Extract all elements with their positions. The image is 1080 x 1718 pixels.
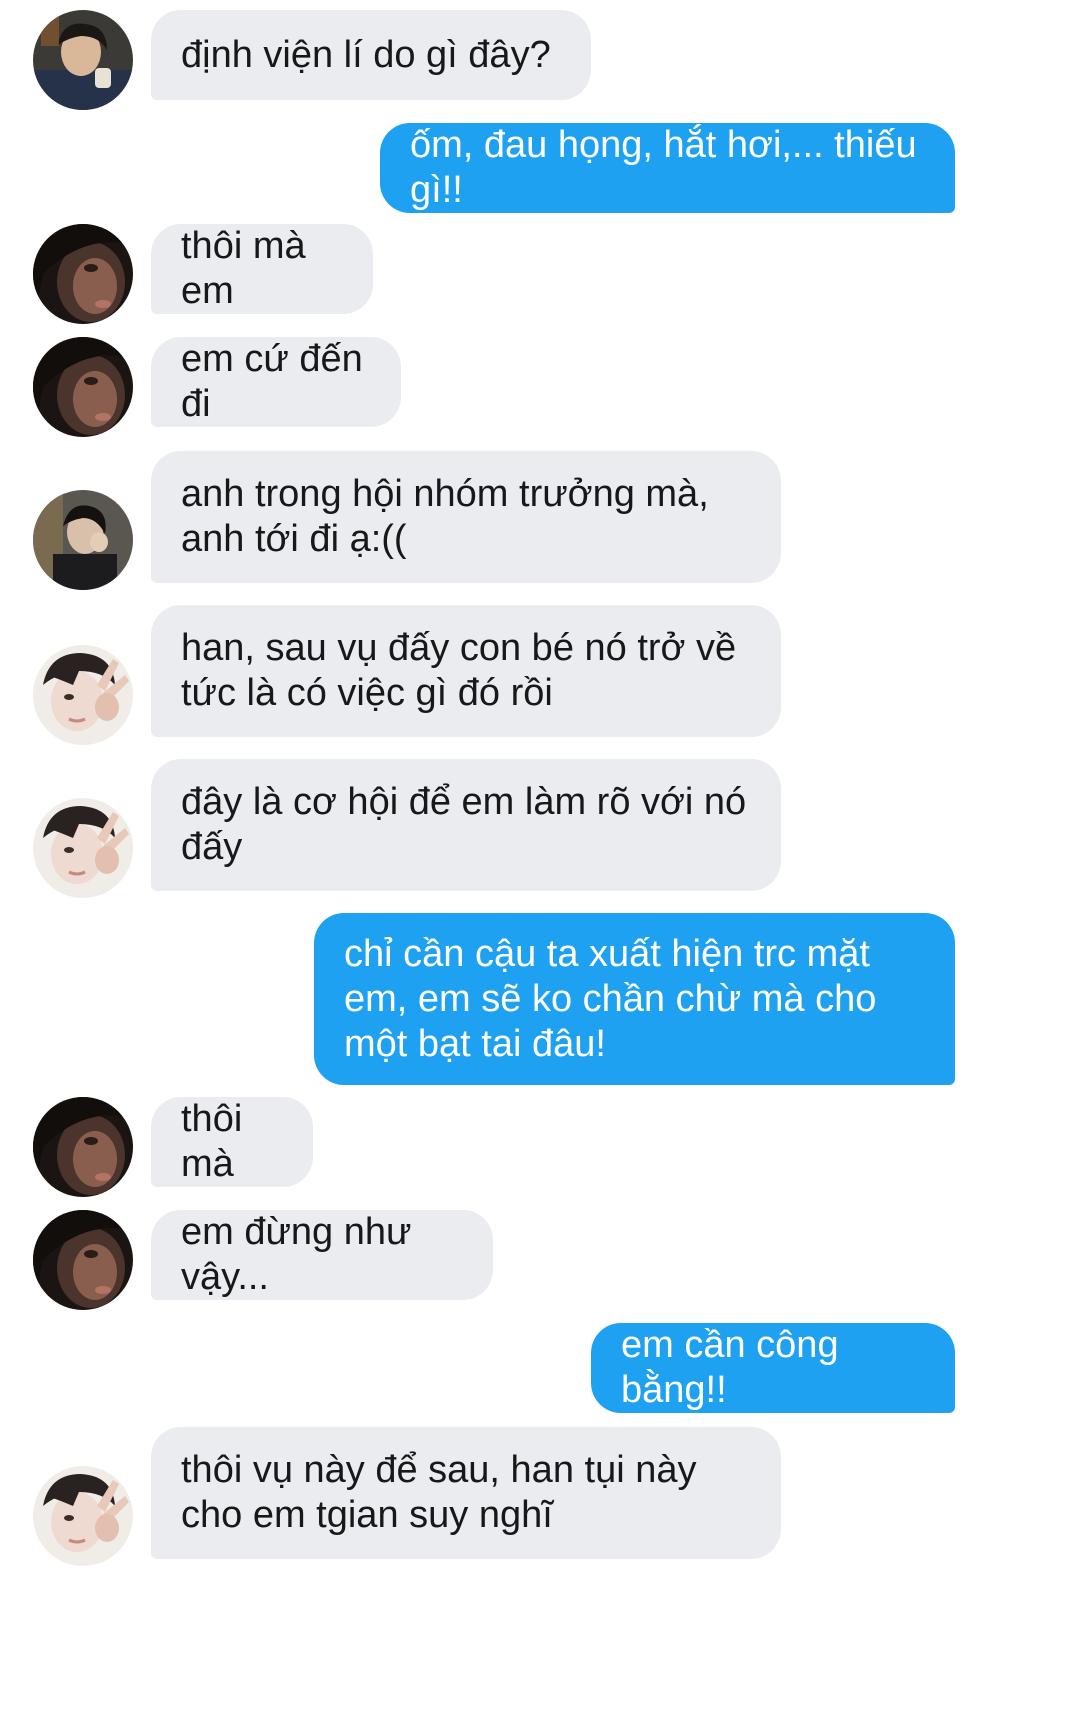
message-text: thôi mà em	[181, 225, 317, 312]
message-text: han, sau vụ đấy con bé nó trở về tức là …	[181, 627, 747, 714]
message-text: chỉ cần cậu ta xuất hiện trc mặt em, em …	[344, 932, 887, 1065]
avatar-photo-icon	[33, 1466, 133, 1566]
message-bubble-incoming[interactable]: han, sau vụ đấy con bé nó trở về tức là …	[151, 605, 781, 737]
avatar-photo-icon	[33, 337, 133, 437]
message-text: thôi mà	[181, 1098, 253, 1185]
message-bubble-incoming[interactable]: đây là cơ hội để em làm rõ với nó đấy	[151, 759, 781, 891]
avatar[interactable]	[33, 1466, 133, 1566]
message-text: anh trong hội nhóm trưởng mà, anh tới đi…	[181, 473, 720, 560]
avatar-photo-icon	[33, 798, 133, 898]
avatar[interactable]	[33, 337, 133, 437]
avatar[interactable]	[33, 224, 133, 324]
avatar-photo-icon	[33, 10, 133, 110]
avatar[interactable]	[33, 1097, 133, 1197]
message-bubble-incoming[interactable]: thôi mà	[151, 1097, 313, 1187]
chat-thread[interactable]: định viện lí do gì đây? ốm, đau họng, hắ…	[0, 0, 1080, 1718]
avatar-photo-icon	[33, 645, 133, 745]
message-text: thôi vụ này để sau, han tụi này cho em t…	[181, 1449, 708, 1536]
avatar-photo-icon	[33, 224, 133, 324]
avatar[interactable]	[33, 798, 133, 898]
message-bubble-outgoing[interactable]: chỉ cần cậu ta xuất hiện trc mặt em, em …	[314, 913, 955, 1085]
message-bubble-outgoing[interactable]: ốm, đau họng, hắt hơi,... thiếu gì!!	[380, 123, 955, 213]
avatar-photo-icon	[33, 490, 133, 590]
message-bubble-incoming[interactable]: anh trong hội nhóm trưởng mà, anh tới đi…	[151, 451, 781, 583]
message-bubble-incoming[interactable]: em đừng như vậy...	[151, 1210, 493, 1300]
message-text: em cứ đến đi	[181, 338, 374, 425]
avatar[interactable]	[33, 1210, 133, 1310]
avatar[interactable]	[33, 490, 133, 590]
message-text: ốm, đau họng, hắt hơi,... thiếu gì!!	[410, 124, 928, 211]
message-bubble-outgoing[interactable]: em cần công bằng!!	[591, 1323, 955, 1413]
message-text: định viện lí do gì đây?	[181, 33, 551, 76]
message-text: em đừng như vậy...	[181, 1211, 423, 1298]
avatar-photo-icon	[33, 1097, 133, 1197]
avatar[interactable]	[33, 645, 133, 745]
message-text: đây là cơ hội để em làm rõ với nó đấy	[181, 781, 757, 868]
avatar[interactable]	[33, 10, 133, 110]
message-bubble-incoming[interactable]: thôi vụ này để sau, han tụi này cho em t…	[151, 1427, 781, 1559]
message-bubble-incoming[interactable]: định viện lí do gì đây?	[151, 10, 591, 100]
avatar-photo-icon	[33, 1210, 133, 1310]
message-bubble-incoming[interactable]: thôi mà em	[151, 224, 373, 314]
message-text: em cần công bằng!!	[621, 1324, 850, 1411]
message-bubble-incoming[interactable]: em cứ đến đi	[151, 337, 401, 427]
